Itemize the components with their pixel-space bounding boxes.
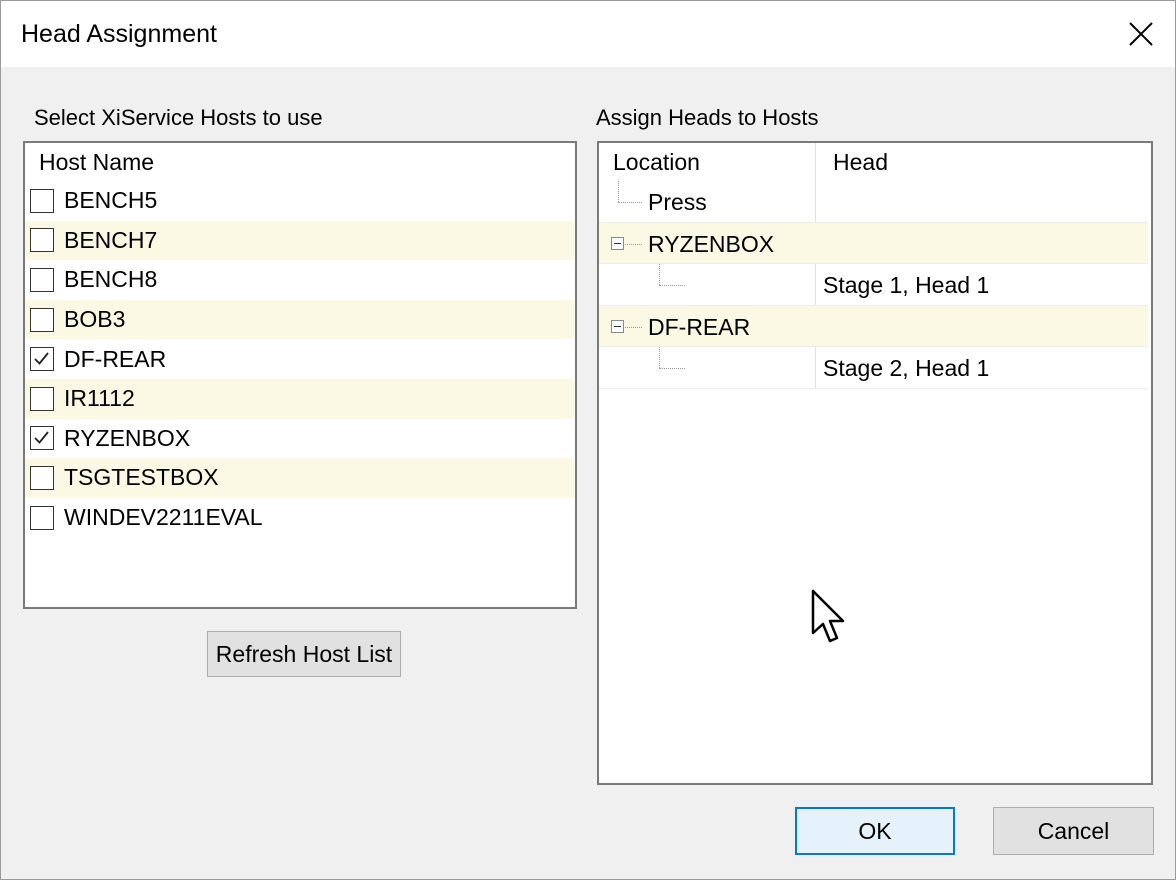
refresh-host-list-button[interactable]: Refresh Host List	[207, 631, 401, 677]
host-checkbox[interactable]	[30, 228, 54, 253]
tree-head-value[interactable]: Stage 2, Head 1	[823, 355, 989, 382]
tree-connector	[659, 285, 685, 286]
host-checkbox[interactable]	[30, 505, 54, 530]
host-label: RYZENBOX	[64, 424, 191, 451]
host-row-ryzenbox[interactable]: RYZENBOX	[25, 419, 574, 459]
tree-location-label: DF-REAR	[648, 313, 751, 340]
host-label: BENCH5	[64, 187, 158, 214]
tree-connector	[659, 347, 660, 368]
collapse-toggle-icon[interactable]	[611, 236, 624, 250]
column-header-host-name[interactable]: Host Name	[39, 149, 154, 176]
host-row-windev2211eval[interactable]: WINDEV2211EVAL	[25, 498, 574, 538]
host-list-header[interactable]: Host Name	[25, 143, 575, 179]
tree-row-ryzenbox[interactable]: RYZENBOX	[599, 222, 1148, 264]
tree-connector	[625, 243, 642, 245]
column-header-head[interactable]: Head	[833, 149, 888, 176]
tree-location-label: RYZENBOX	[648, 230, 775, 257]
host-checkbox[interactable]	[30, 465, 54, 490]
host-label: IR1112	[64, 385, 135, 412]
host-row-ir1112[interactable]: IR1112	[25, 379, 574, 419]
mouse-pointer-icon	[811, 589, 845, 643]
hosts-panel-label: Select XiService Hosts to use	[34, 105, 323, 130]
title-bar: Head Assignment	[1, 1, 1175, 67]
tree-header: Location Head	[599, 143, 1151, 179]
tree-row-press[interactable]: Press	[599, 181, 1148, 223]
close-icon	[1129, 22, 1153, 46]
tree-row-head[interactable]: Stage 2, Head 1	[599, 347, 1148, 389]
host-checkbox[interactable]	[30, 267, 54, 292]
host-list[interactable]: Host Name BENCH5 BENCH7 BENCH8 BOB3 DF-R…	[23, 141, 577, 609]
host-label: TSGTESTBOX	[64, 464, 219, 491]
tree-connector	[659, 368, 685, 369]
tree-connector	[618, 181, 619, 202]
heads-panel-label: Assign Heads to Hosts	[596, 105, 819, 130]
host-row-bench8[interactable]: BENCH8	[25, 260, 574, 300]
host-row-bench7[interactable]: BENCH7	[25, 220, 574, 261]
tree-location-label: Press	[648, 189, 707, 215]
host-label: BENCH7	[64, 226, 158, 253]
host-checkbox[interactable]	[30, 426, 54, 451]
checkmark-icon	[34, 352, 49, 366]
tree-connector	[659, 264, 660, 285]
ok-button[interactable]: OK	[795, 807, 955, 855]
close-button[interactable]	[1107, 1, 1175, 67]
tree-row-df-rear[interactable]: DF-REAR	[599, 305, 1148, 347]
host-checkbox[interactable]	[30, 386, 54, 411]
head-assignment-tree[interactable]: Location Head Press RYZENBOX Stage 1, He…	[597, 141, 1153, 785]
host-label: DF-REAR	[64, 345, 167, 372]
host-row-bench5[interactable]: BENCH5	[25, 181, 574, 221]
collapse-toggle-icon[interactable]	[611, 319, 624, 333]
host-label: WINDEV2211EVAL	[64, 504, 263, 531]
tree-head-value[interactable]: Stage 1, Head 1	[823, 272, 989, 299]
tree-connector	[625, 326, 642, 328]
host-row-bob3[interactable]: BOB3	[25, 299, 574, 340]
column-header-location[interactable]: Location	[613, 149, 700, 176]
host-checkbox[interactable]	[30, 188, 54, 213]
host-label: BOB3	[64, 306, 126, 333]
tree-row-head[interactable]: Stage 1, Head 1	[599, 264, 1148, 306]
host-row-df-rear[interactable]: DF-REAR	[25, 339, 574, 379]
host-row-tsgtestbox[interactable]: TSGTESTBOX	[25, 458, 574, 498]
host-checkbox[interactable]	[30, 347, 54, 372]
checkmark-icon	[34, 431, 49, 445]
cancel-button[interactable]: Cancel	[993, 807, 1154, 855]
window-title: Head Assignment	[21, 20, 217, 48]
host-checkbox[interactable]	[30, 307, 54, 332]
tree-connector	[618, 202, 642, 203]
head-assignment-dialog: Head Assignment Select XiService Hosts t…	[0, 0, 1176, 880]
host-label: BENCH8	[64, 266, 158, 293]
